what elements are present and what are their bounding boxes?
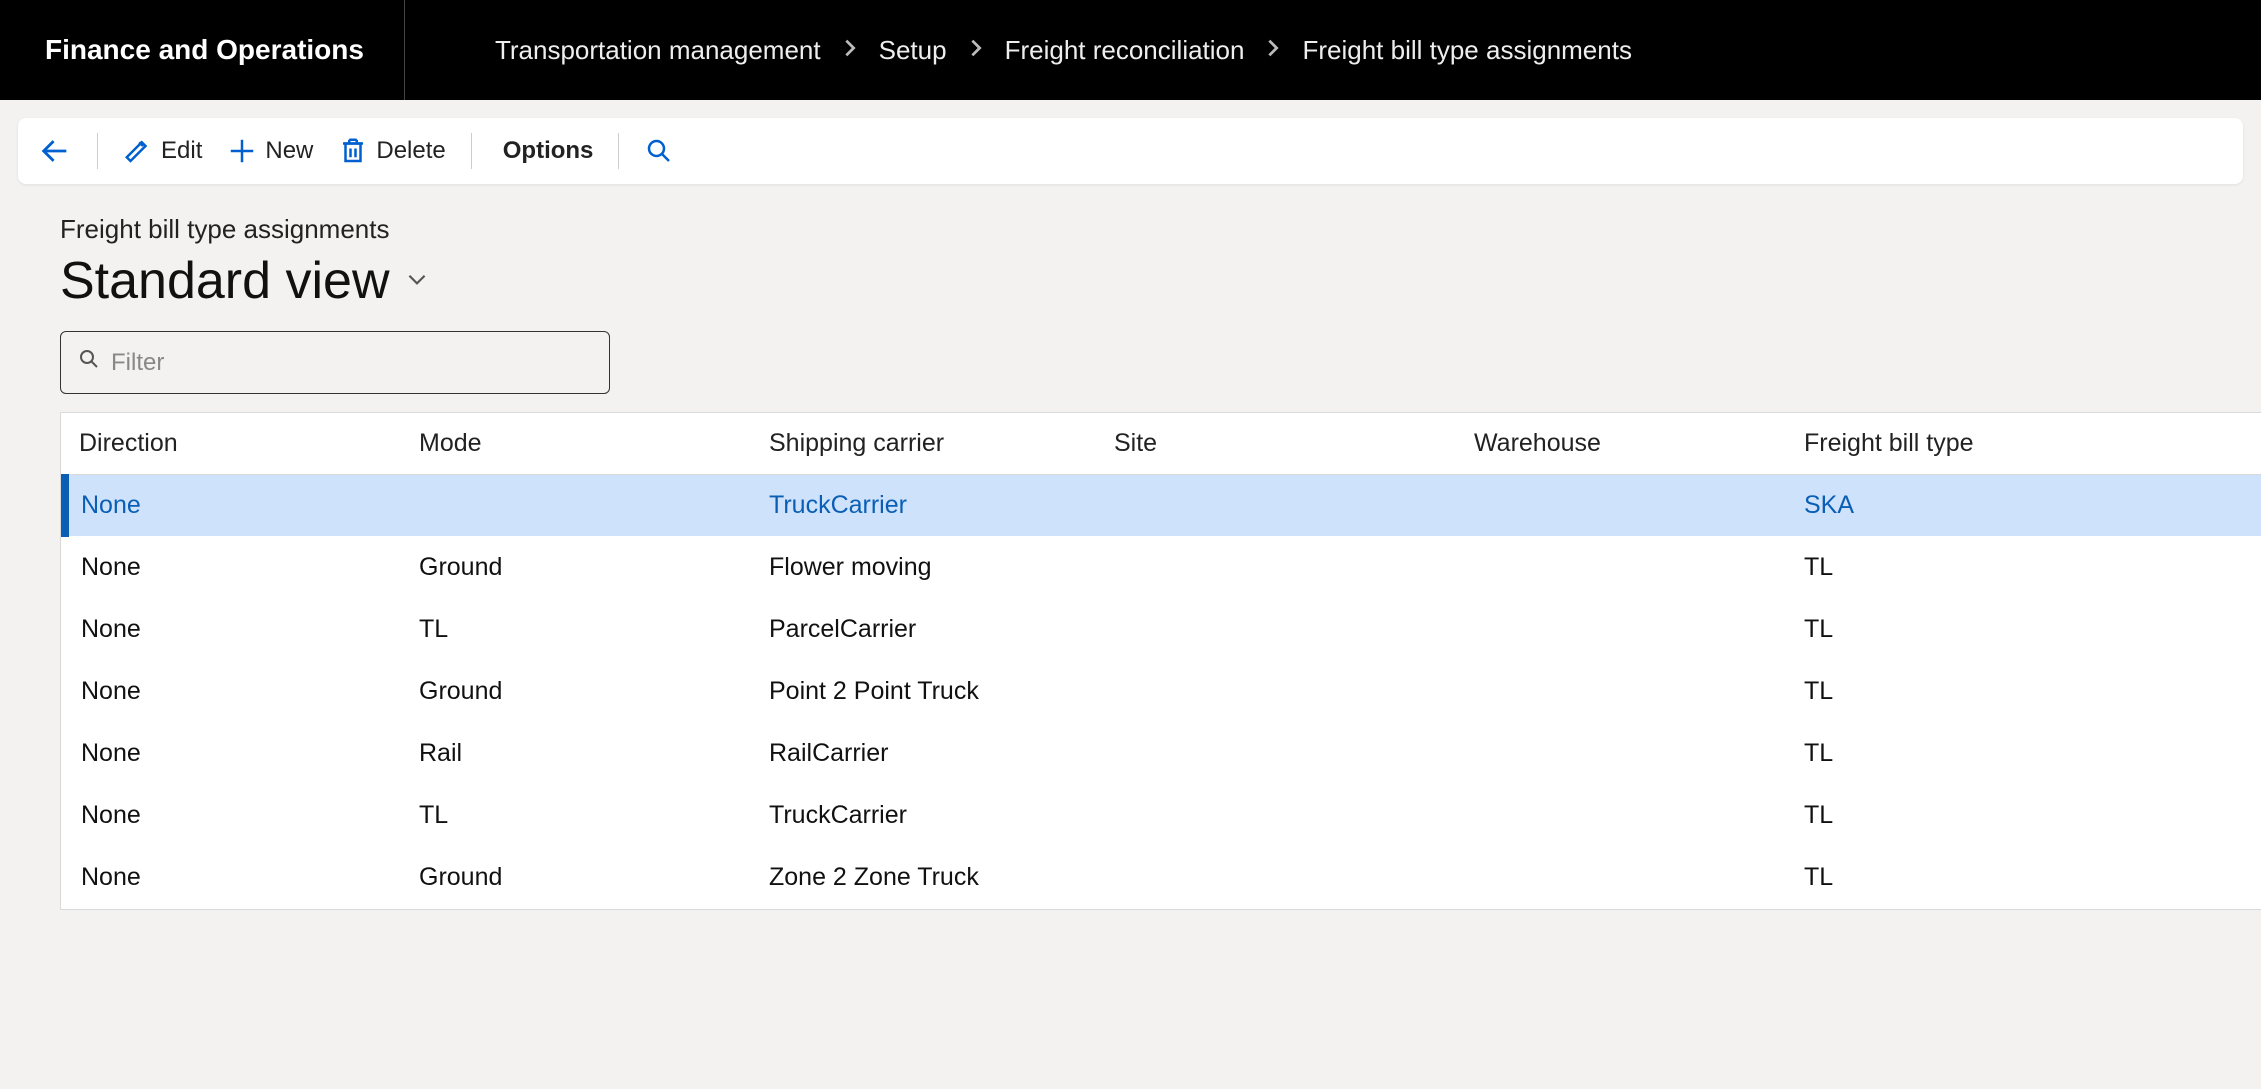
table-row[interactable]: NoneGroundZone 2 Zone Truck TL bbox=[65, 847, 2261, 909]
action-bar: Edit New Delete Options bbox=[18, 118, 2243, 184]
page-header: Freight bill type assignments Standard v… bbox=[0, 184, 2261, 321]
cell-mode[interactable]: TL bbox=[405, 599, 755, 661]
edit-button[interactable]: Edit bbox=[123, 136, 202, 166]
brand-label[interactable]: Finance and Operations bbox=[45, 0, 405, 100]
cell-carrier[interactable]: Flower moving bbox=[755, 537, 1100, 599]
table-row[interactable]: NoneGroundFlower moving TL bbox=[65, 537, 2261, 599]
cell-direction[interactable]: None bbox=[65, 599, 405, 661]
cell-mode[interactable]: Ground bbox=[405, 537, 755, 599]
cell-warehouse[interactable] bbox=[1460, 847, 1790, 909]
topbar: Finance and Operations Transportation ma… bbox=[0, 0, 2261, 100]
chevron-right-icon bbox=[839, 35, 861, 66]
view-selector[interactable]: Standard view bbox=[60, 251, 2201, 311]
table-row[interactable]: NoneTLParcelCarrierTL bbox=[65, 599, 2261, 661]
separator bbox=[471, 133, 472, 169]
search-button[interactable] bbox=[644, 136, 674, 166]
new-button[interactable]: New bbox=[227, 136, 313, 166]
breadcrumb: Transportation management Setup Freight … bbox=[495, 35, 1632, 66]
cell-fbt[interactable]: SKA bbox=[1790, 475, 2261, 537]
col-header-site[interactable]: Site bbox=[1100, 413, 1460, 475]
table-row[interactable]: None TruckCarrier SKA bbox=[65, 475, 2261, 537]
col-header-fbt[interactable]: Freight bill type bbox=[1790, 413, 2261, 475]
options-button-label: Options bbox=[503, 137, 594, 165]
cell-carrier[interactable]: TruckCarrier bbox=[755, 475, 1100, 537]
cell-warehouse[interactable] bbox=[1460, 723, 1790, 785]
cell-carrier[interactable]: RailCarrier bbox=[755, 723, 1100, 785]
cell-mode[interactable] bbox=[405, 475, 755, 537]
options-button[interactable]: Options bbox=[503, 137, 594, 165]
cell-site[interactable] bbox=[1100, 785, 1460, 847]
cell-warehouse[interactable] bbox=[1460, 599, 1790, 661]
col-header-warehouse[interactable]: Warehouse bbox=[1460, 413, 1790, 475]
cell-mode[interactable]: Ground bbox=[405, 847, 755, 909]
cell-site[interactable] bbox=[1100, 599, 1460, 661]
cell-warehouse[interactable] bbox=[1460, 661, 1790, 723]
table-row[interactable]: NoneRailRailCarrier TL bbox=[65, 723, 2261, 785]
cell-mode[interactable]: Rail bbox=[405, 723, 755, 785]
cell-mode[interactable]: Ground bbox=[405, 661, 755, 723]
cell-fbt[interactable]: TL bbox=[1790, 537, 2261, 599]
cell-direction[interactable]: None bbox=[65, 847, 405, 909]
cell-fbt[interactable]: TL bbox=[1790, 785, 2261, 847]
chevron-down-icon bbox=[404, 263, 430, 300]
delete-button[interactable]: Delete bbox=[338, 136, 445, 166]
cell-site[interactable] bbox=[1100, 537, 1460, 599]
cell-direction[interactable]: None bbox=[65, 475, 405, 537]
cell-direction[interactable]: None bbox=[65, 661, 405, 723]
separator bbox=[618, 133, 619, 169]
search-icon bbox=[77, 347, 101, 378]
table-row[interactable]: NoneTLTruckCarrierTL bbox=[65, 785, 2261, 847]
table-row[interactable]: NoneGroundPoint 2 Point Truck TL bbox=[65, 661, 2261, 723]
separator bbox=[97, 133, 98, 169]
page-title: Standard view bbox=[60, 251, 390, 311]
cell-carrier[interactable]: ParcelCarrier bbox=[755, 599, 1100, 661]
edit-button-label: Edit bbox=[161, 137, 202, 165]
col-header-direction[interactable]: Direction bbox=[65, 413, 405, 475]
new-button-label: New bbox=[265, 137, 313, 165]
cell-mode[interactable]: TL bbox=[405, 785, 755, 847]
cell-warehouse[interactable] bbox=[1460, 475, 1790, 537]
cell-site[interactable] bbox=[1100, 661, 1460, 723]
cell-fbt[interactable]: TL bbox=[1790, 847, 2261, 909]
chevron-right-icon bbox=[965, 35, 987, 66]
filter-box[interactable] bbox=[60, 331, 610, 394]
filter-input[interactable] bbox=[111, 349, 593, 377]
breadcrumb-item-3[interactable]: Freight bill type assignments bbox=[1302, 35, 1631, 66]
grid-header-row: Direction Mode Shipping carrier Site War… bbox=[65, 413, 2261, 475]
cell-site[interactable] bbox=[1100, 847, 1460, 909]
chevron-right-icon bbox=[1262, 35, 1284, 66]
data-grid[interactable]: Direction Mode Shipping carrier Site War… bbox=[60, 412, 2261, 910]
page-subtitle: Freight bill type assignments bbox=[60, 214, 2201, 245]
cell-warehouse[interactable] bbox=[1460, 537, 1790, 599]
cell-fbt[interactable]: TL bbox=[1790, 661, 2261, 723]
cell-direction[interactable]: None bbox=[65, 785, 405, 847]
cell-carrier[interactable]: Zone 2 Zone Truck bbox=[755, 847, 1100, 909]
cell-direction[interactable]: None bbox=[65, 537, 405, 599]
cell-site[interactable] bbox=[1100, 475, 1460, 537]
cell-fbt[interactable]: TL bbox=[1790, 723, 2261, 785]
back-button[interactable] bbox=[38, 134, 72, 168]
cell-fbt[interactable]: TL bbox=[1790, 599, 2261, 661]
col-header-mode[interactable]: Mode bbox=[405, 413, 755, 475]
breadcrumb-item-1[interactable]: Setup bbox=[879, 35, 947, 66]
cell-carrier[interactable]: Point 2 Point Truck bbox=[755, 661, 1100, 723]
cell-direction[interactable]: None bbox=[65, 723, 405, 785]
delete-button-label: Delete bbox=[376, 137, 445, 165]
cell-warehouse[interactable] bbox=[1460, 785, 1790, 847]
cell-carrier[interactable]: TruckCarrier bbox=[755, 785, 1100, 847]
breadcrumb-item-2[interactable]: Freight reconciliation bbox=[1005, 35, 1245, 66]
cell-site[interactable] bbox=[1100, 723, 1460, 785]
col-header-carrier[interactable]: Shipping carrier bbox=[755, 413, 1100, 475]
breadcrumb-item-0[interactable]: Transportation management bbox=[495, 35, 821, 66]
